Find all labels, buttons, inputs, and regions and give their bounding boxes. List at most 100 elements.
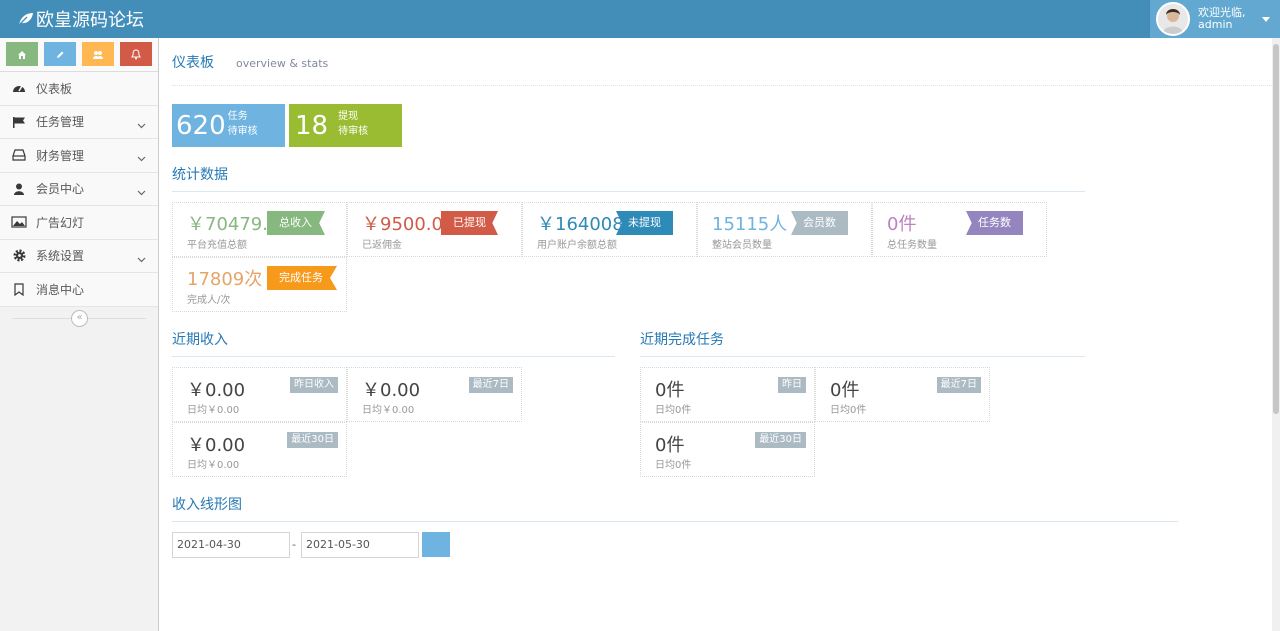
chevron-down-icon: [137, 151, 146, 165]
stat-box-1: ￥9500.00 已返佣金 已提现: [347, 202, 522, 257]
chevron-down-icon: [137, 118, 146, 132]
tasks-tag: 最近7日: [936, 377, 981, 393]
pending-tasks-count: 620: [176, 110, 226, 141]
tasks-box-0: 0件 日均0件 昨日: [640, 367, 815, 422]
income-box-0: ￥0.00 日均￥0.00 昨日收入: [172, 367, 347, 422]
stat-value: ￥9500.00: [362, 214, 455, 235]
income-value: ￥0.00: [187, 435, 246, 456]
stat-box-4: 0件总任务数量 任务数: [872, 202, 1047, 257]
main-content: 仪表板 overview & stats 620 任务 待审核 18 提现 待审核 …: [159, 38, 1272, 631]
section-income: 近期收入: [172, 329, 615, 357]
pending-withdraw-box[interactable]: 18 提现待审核: [289, 104, 402, 147]
stat-tag: 任务数: [966, 211, 1023, 235]
shortcut-button-bell[interactable]: [120, 42, 152, 66]
date-start-input[interactable]: 2021-04-30: [172, 532, 290, 558]
pending-withdraw-count: 18: [295, 110, 329, 141]
sidebar-item-label: 会员中心: [36, 182, 85, 197]
stat-value: 0件: [887, 214, 917, 235]
sidebar-collapse: «: [0, 307, 158, 331]
pending-tasks-sub: 待审核: [227, 125, 258, 137]
hdd-icon: [11, 148, 27, 162]
sidebar-item-label: 系统设置: [36, 249, 85, 264]
sidebar-item-0[interactable]: 仪表板: [0, 72, 158, 106]
stat-tag: 未提现: [616, 211, 673, 235]
income-box-2: ￥0.00 日均￥0.00 最近30日: [172, 422, 347, 477]
sidebar-item-6[interactable]: 消息中心: [0, 273, 158, 307]
sidebar-item-5[interactable]: 系统设置: [0, 239, 158, 273]
top-navbar: 欧皇源码论坛 欢迎光临, admin: [0, 0, 1280, 38]
sidebar-item-label: 广告幻灯: [36, 215, 85, 230]
shortcut-button-users[interactable]: [82, 42, 114, 66]
chevron-down-icon: [137, 185, 146, 199]
stat-desc: 已返佣金: [362, 240, 402, 251]
date-separator: -: [292, 538, 296, 551]
stat-tag: 完成任务: [267, 266, 337, 290]
stat-value: 15115人: [712, 214, 788, 235]
income-box-1: ￥0.00 日均￥0.00 最近7日: [347, 367, 522, 422]
income-tag: 最近30日: [287, 432, 338, 448]
income-tag: 昨日收入: [290, 377, 338, 393]
sidebar-item-1[interactable]: 任务管理: [0, 105, 158, 139]
sidebar: 仪表板任务管理财务管理会员中心广告幻灯系统设置消息中心 «: [0, 38, 159, 631]
stat-tag: 已提现: [441, 211, 498, 235]
brand-logo[interactable]: 欧皇源码论坛: [18, 6, 144, 32]
bookmark-icon: [11, 282, 27, 296]
sidebar-item-label: 消息中心: [36, 282, 85, 297]
sidebar-item-4[interactable]: 广告幻灯: [0, 206, 158, 240]
tasks-desc: 日均0件: [655, 405, 692, 416]
cog-icon: [11, 249, 27, 263]
stat-desc: 整站会员数量: [712, 240, 772, 251]
user-menu[interactable]: 欢迎光临, admin: [1150, 0, 1280, 38]
stat-desc: 总任务数量: [887, 240, 937, 251]
double-chevron-left-icon[interactable]: «: [71, 309, 88, 327]
tasks-desc: 日均0件: [830, 405, 867, 416]
page-subtitle: overview & stats: [236, 57, 329, 70]
income-desc: 日均￥0.00: [187, 460, 240, 471]
tasks-box-2: 0件 日均0件 最近30日: [640, 422, 815, 477]
sidebar-item-label: 财务管理: [36, 148, 85, 163]
page-scrollbar[interactable]: [1272, 38, 1280, 631]
income-desc: 日均￥0.00: [362, 405, 415, 416]
pending-tasks-box[interactable]: 620 任务 待审核: [172, 104, 285, 147]
caret-down-icon: [1262, 17, 1270, 22]
section-tasks: 近期完成任务: [640, 329, 1085, 357]
dashboard-icon: [11, 81, 27, 95]
shortcut-button-pencil[interactable]: [44, 42, 76, 66]
picture-icon: [11, 215, 27, 229]
flag-icon: [11, 115, 27, 129]
scrollbar-thumb[interactable]: [1273, 44, 1279, 414]
leaf-icon: [18, 13, 33, 26]
date-end-input[interactable]: 2021-05-30: [301, 532, 419, 558]
page-header: 仪表板 overview & stats: [172, 52, 1272, 86]
income-value: ￥0.00: [187, 380, 246, 401]
shortcut-button-home[interactable]: [6, 42, 38, 66]
sidebar-item-3[interactable]: 会员中心: [0, 172, 158, 206]
sidebar-item-label: 仪表板: [36, 81, 73, 96]
tasks-box-1: 0件日均0件 最近7日: [815, 367, 990, 422]
income-desc: 日均￥0.00: [187, 405, 240, 416]
users-icon: [92, 45, 104, 64]
stat-desc: 平台充值总额: [187, 240, 247, 251]
stat-value: 17809次: [187, 269, 263, 290]
tasks-value: 0件: [655, 435, 685, 456]
tasks-desc: 日均0件: [655, 460, 692, 471]
user-icon: [11, 182, 27, 196]
stat-box-3: 15115人整站会员数量 会员数: [697, 202, 872, 257]
tasks-value: 0件: [830, 380, 860, 401]
user-name: admin: [1198, 18, 1233, 31]
bell-icon: [131, 45, 141, 64]
stat-tag: 总收入: [267, 211, 325, 235]
sidebar-item-2[interactable]: 财务管理: [0, 139, 158, 173]
pending-withdraw-sub: 待审核: [338, 125, 369, 137]
page-title: 仪表板: [172, 55, 214, 71]
stat-box-2: ￥164008.7 用户账户余额总额 未提现: [522, 202, 697, 257]
stat-desc: 完成人/次: [187, 295, 231, 306]
stat-tag: 会员数: [791, 211, 848, 235]
tasks-tag: 昨日: [778, 377, 806, 393]
chevron-down-icon: [137, 252, 146, 266]
pending-withdraw-label: 提现: [338, 110, 359, 122]
sidebar-item-label: 任务管理: [36, 115, 85, 130]
income-tag: 最近7日: [468, 377, 513, 393]
stat-box-5: 17809次完成人/次 完成任务: [172, 257, 347, 312]
date-submit-button[interactable]: [422, 532, 450, 557]
